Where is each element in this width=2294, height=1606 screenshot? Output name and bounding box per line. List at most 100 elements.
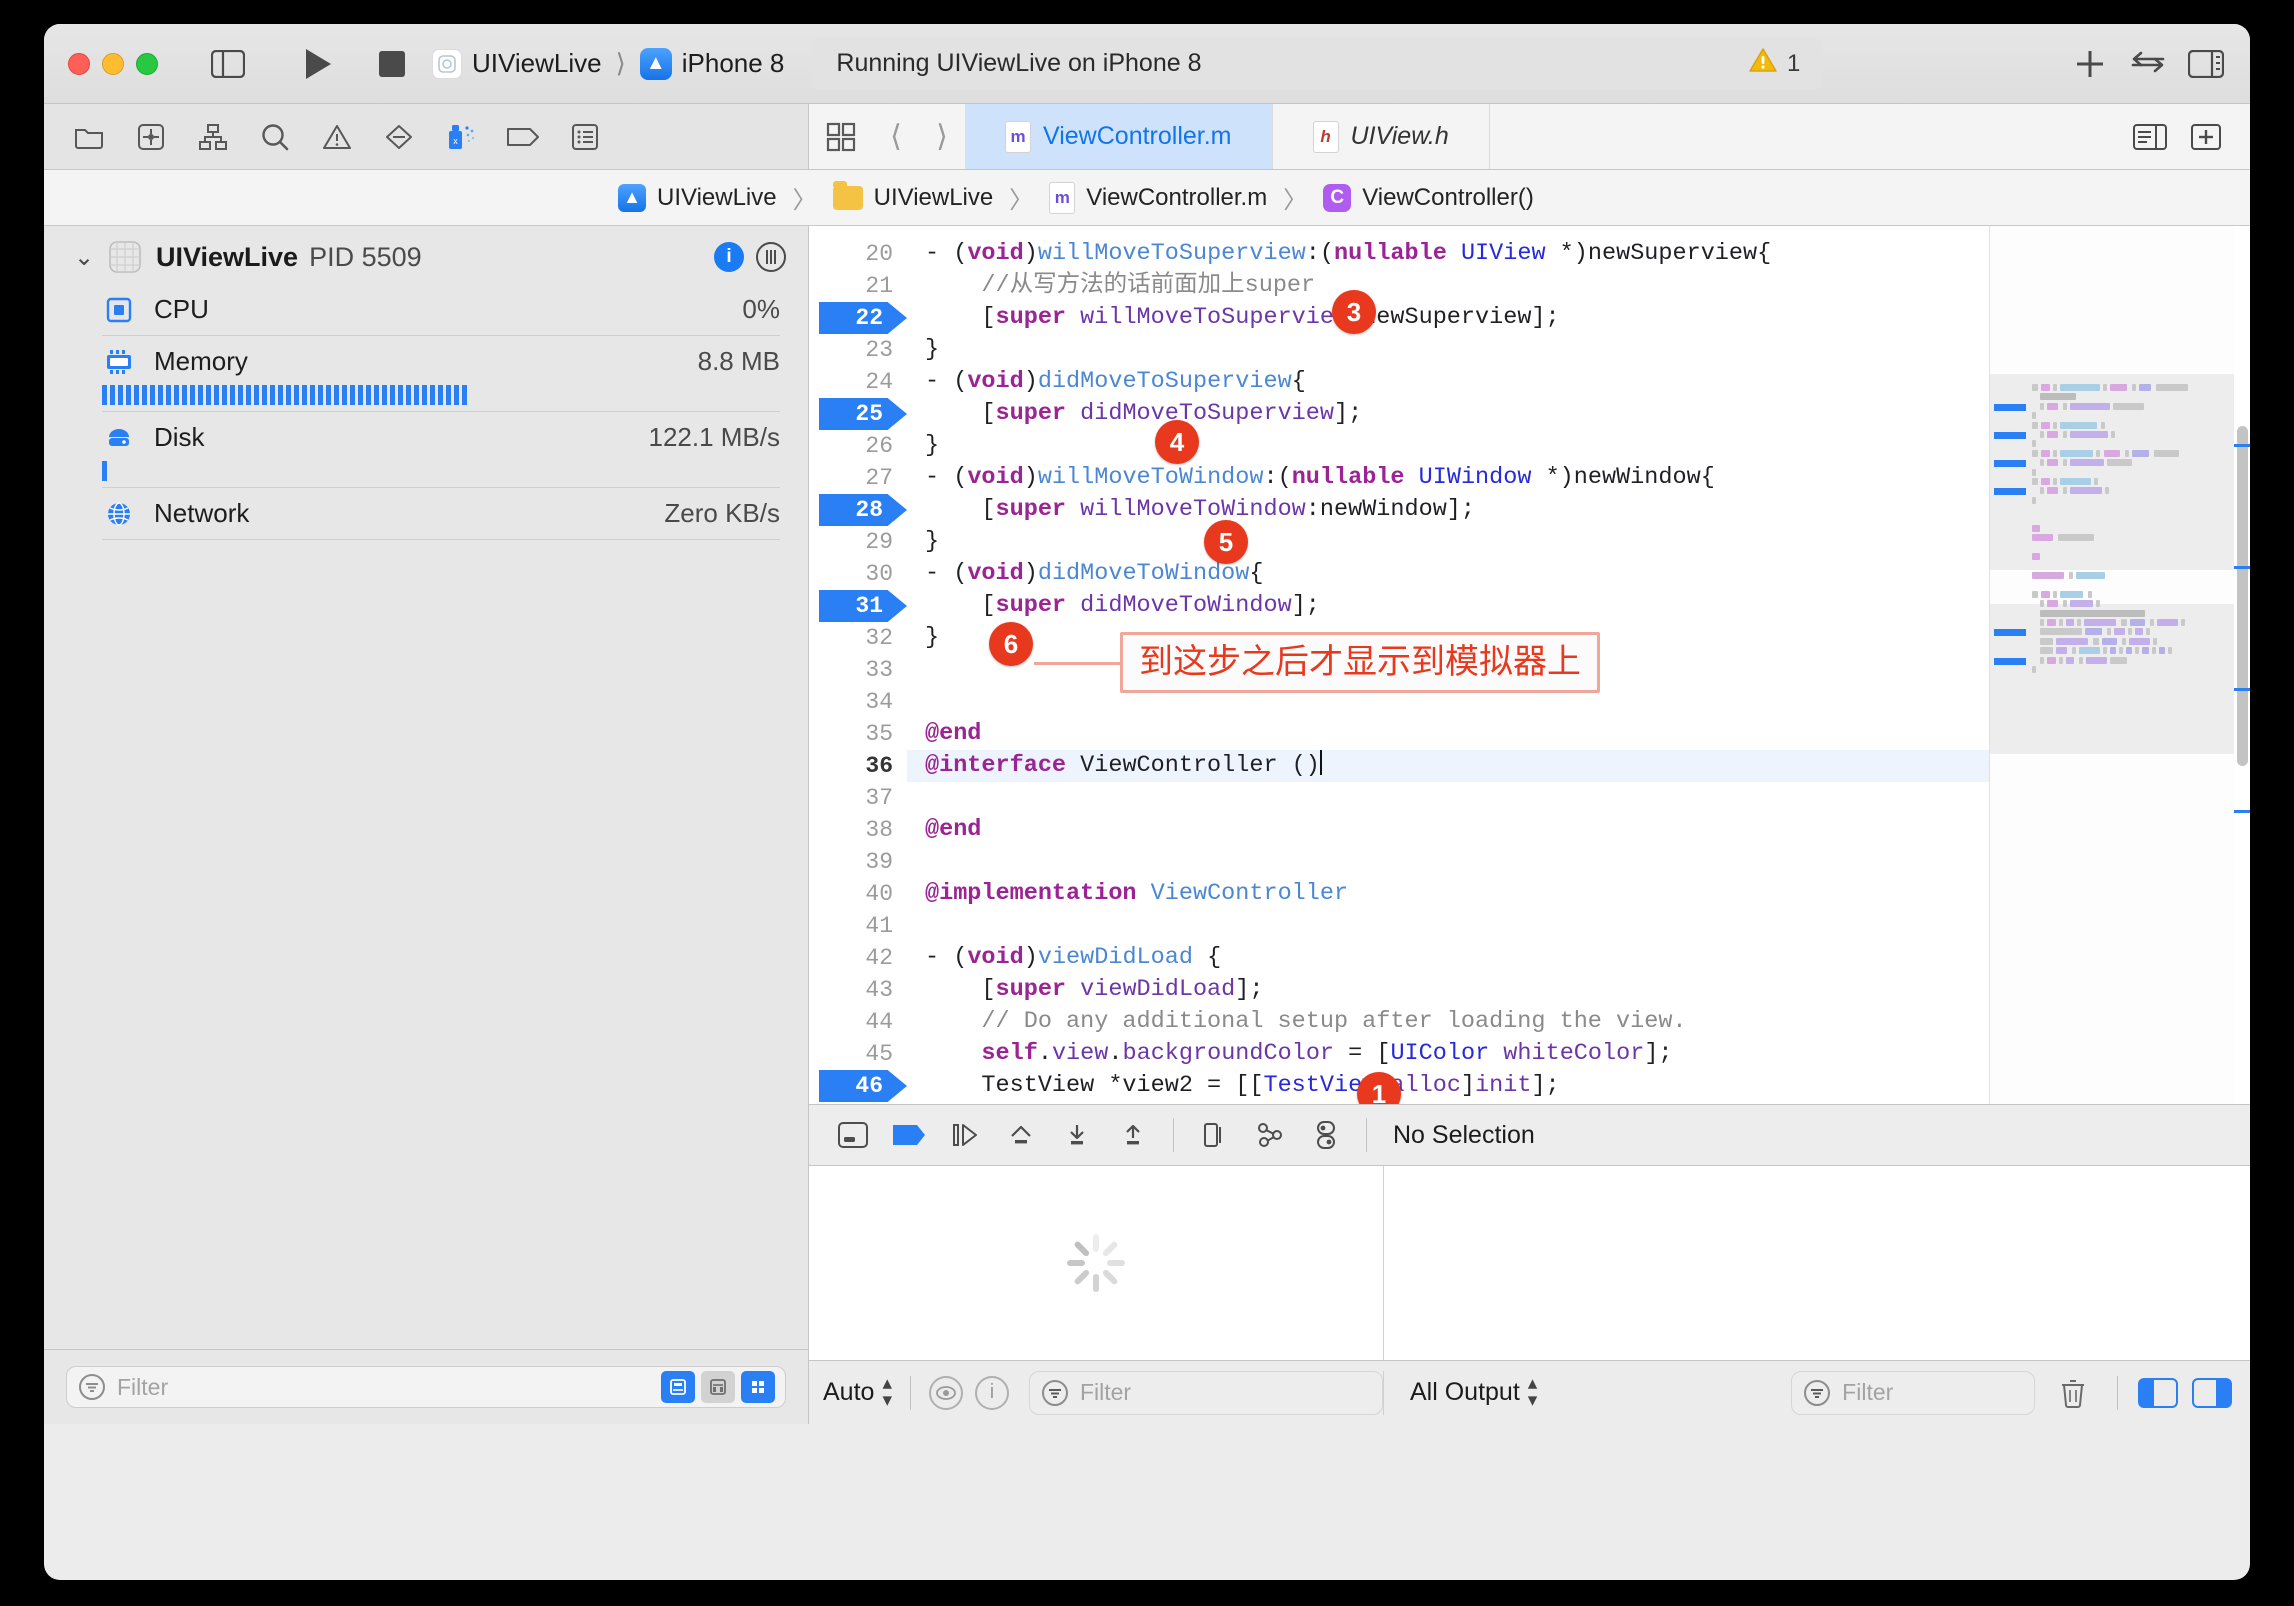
line-number[interactable]: 47 [809,1102,907,1104]
line-number-gutter[interactable]: 20 21 22 23 24 25 26 27 28 29 30 31 32 33 34 35 36 37 38 39… [809,226,907,1104]
close-window-button[interactable] [68,52,90,75]
zoom-window-button[interactable] [136,52,158,75]
show-queues-icon[interactable] [741,1371,775,1403]
line-number[interactable]: 26 [809,430,907,462]
breakpoint-marker[interactable]: 22 [819,302,907,334]
line-number[interactable]: 27 [809,462,907,494]
step-out-icon[interactable] [1105,1110,1161,1160]
breadcrumb-item-file[interactable]: m ViewController.m [1049,181,1267,214]
code-line[interactable]: - (void)didMoveToWindow{ [907,558,1989,590]
code-line[interactable]: } [907,430,1989,462]
line-number[interactable]: 38 [809,814,907,846]
console-output-popup[interactable]: All Output ▴ ▾ [1410,1374,1537,1409]
symbol-hierarchy-icon[interactable] [182,111,244,163]
code-line[interactable]: [super viewDidLoad]; [907,974,1989,1006]
variables-scope-popup[interactable]: Auto ▴ ▾ [823,1374,892,1409]
line-number[interactable]: 29 [809,526,907,558]
code-line[interactable]: - (void)willMoveToWindow:(nullable UIWin… [907,462,1989,494]
tab-viewcontroller-m[interactable]: m ViewController.m [965,104,1273,169]
code-minimap[interactable] [1989,226,2234,1104]
code-line[interactable]: @interface ViewController () [907,750,1989,782]
add-editor-icon[interactable] [2182,115,2230,159]
variables-pane-icon[interactable] [2138,1377,2179,1408]
variables-filter-field[interactable]: Filter [1028,1370,1383,1415]
grid-jump-icon[interactable] [809,104,873,169]
line-number[interactable]: 45 [809,1038,907,1070]
plus-icon[interactable] [2066,42,2114,86]
gauge-icon[interactable] [756,242,786,272]
code-line[interactable]: - (void)willMoveToSuperview:(nullable UI… [907,238,1989,270]
code-line[interactable]: TestView *view2 = [[TestView alloc]init]… [907,1070,1989,1102]
chevron-right-icon[interactable]: ⟩ [919,104,965,169]
folder-icon[interactable] [58,111,120,163]
line-number[interactable]: 24 [809,366,907,398]
variables-view[interactable] [809,1166,1384,1360]
line-number[interactable]: 35 [809,718,907,750]
line-number[interactable]: 39 [809,846,907,878]
breadcrumb-item-project[interactable]: ▲ UIViewLive [618,183,777,212]
line-number[interactable]: 30 [809,558,907,590]
run-icon[interactable] [294,42,342,86]
line-number[interactable]: 42 [809,942,907,974]
step-over-icon[interactable] [993,1110,1049,1160]
code-line[interactable]: [super willMoveToSuperview:newSuperview]… [907,302,1989,334]
test-diamond-icon[interactable] [368,111,430,163]
code-line[interactable]: - (void)viewDidLoad { [907,942,1989,974]
show-only-recent-icon[interactable] [661,1371,695,1403]
swap-arrows-icon[interactable] [2124,42,2172,86]
tab-uiview-h[interactable]: h UIView.h [1273,104,1490,169]
console-view[interactable] [1384,1166,2250,1360]
line-number[interactable]: 23 [809,334,907,366]
trash-icon[interactable] [2049,1371,2097,1415]
report-list-icon[interactable] [554,111,616,163]
gauge-row-memory[interactable]: Memory 8.8 MB [44,340,808,383]
breakpoint-marker[interactable]: 31 [819,590,907,622]
code-line[interactable]: - (void)didMoveToSuperview{ [907,366,1989,398]
eye-icon[interactable] [928,1375,963,1410]
step-into-icon[interactable] [1049,1110,1105,1160]
debug-spray-icon[interactable]: x [430,111,492,163]
line-number[interactable]: 34 [809,686,907,718]
line-number[interactable]: 40 [809,878,907,910]
gauge-row-cpu[interactable]: CPU 0% [44,288,808,331]
continue-icon[interactable] [937,1110,993,1160]
line-number[interactable]: 33 [809,654,907,686]
code-line[interactable]: [super didMoveToWindow]; [907,590,1989,622]
line-number[interactable]: 41 [809,910,907,942]
code-line[interactable]: // Do any additional setup after loading… [907,1006,1989,1038]
stop-icon[interactable] [368,42,416,86]
warning-status[interactable]: 1 [1749,47,1800,80]
code-line[interactable]: } [907,526,1989,558]
issue-warning-icon[interactable] [306,111,368,163]
disclosure-triangle-icon[interactable]: ⌄ [74,243,108,272]
gauge-row-disk[interactable]: Disk 122.1 MB/s [44,416,808,459]
chevron-left-icon[interactable]: ⟨ [873,104,919,169]
line-number[interactable]: 36 [809,750,907,782]
scheme-breadcrumb[interactable]: UIViewLive ⟩ ▲ iPhone 8 [432,47,784,80]
line-number[interactable]: 43 [809,974,907,1006]
debug-view-hierarchy-icon[interactable] [1186,1110,1242,1160]
code-line[interactable]: [super didMoveToSuperview]; [907,398,1989,430]
breakpoints-active-icon[interactable] [881,1110,937,1160]
hide-debug-area-icon[interactable] [825,1110,881,1160]
debug-memory-graph-icon[interactable] [1242,1110,1298,1160]
code-line[interactable]: view2.backgroundColor = [UIColor greenCo… [907,1102,1989,1104]
breakpoint-marker[interactable]: 25 [819,398,907,430]
line-number[interactable]: 21 [809,270,907,302]
breakpoint-marker[interactable]: 28 [819,494,907,526]
info-icon[interactable]: i [714,242,744,272]
code-line[interactable]: @implementation ViewController [907,878,1989,910]
code-line[interactable] [907,782,1989,814]
gauge-row-network[interactable]: Network Zero KB/s [44,492,808,535]
breakpoint-marker[interactable]: 46 [819,1070,907,1102]
sidebar-toggle-icon[interactable] [204,42,252,86]
minimap-toggle-icon[interactable] [2126,115,2174,159]
process-row[interactable]: ⌄ UIViewLive PID 5509 i [44,226,808,288]
code-line[interactable]: self.view.backgroundColor = [UIColor whi… [907,1038,1989,1070]
scrollbar-thumb[interactable] [2237,426,2248,766]
info-icon[interactable]: i [974,1375,1009,1410]
code-line[interactable]: @end [907,718,1989,750]
console-filter-field[interactable]: Filter [1791,1370,2036,1415]
code-line[interactable] [907,910,1989,942]
code-line[interactable]: @end [907,814,1989,846]
